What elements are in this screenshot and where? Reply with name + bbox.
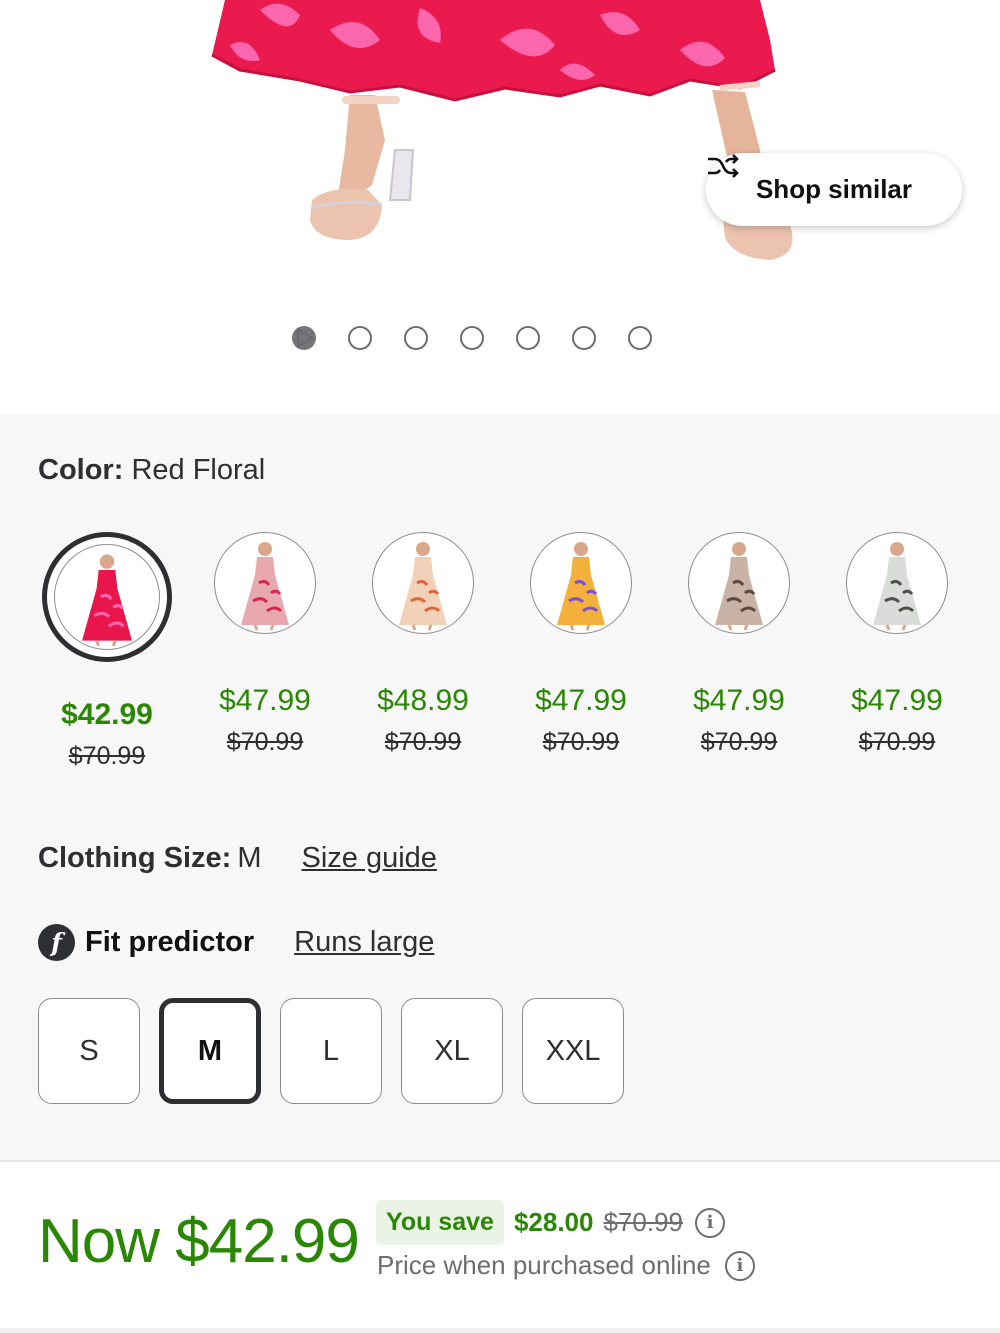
size-option-button[interactable]: L bbox=[280, 998, 382, 1104]
save-amount: $28.00 bbox=[513, 1207, 594, 1237]
dress-thumbnail bbox=[399, 542, 447, 631]
online-price-note-row: Price when purchased online i bbox=[377, 1250, 755, 1281]
carousel-dot[interactable] bbox=[348, 326, 372, 350]
online-price-note: Price when purchased online bbox=[377, 1250, 711, 1280]
color-label: Color: bbox=[38, 454, 124, 486]
you-save-badge: You save bbox=[376, 1200, 504, 1245]
size-option-button[interactable]: S bbox=[38, 998, 140, 1104]
carousel-dots bbox=[292, 326, 652, 350]
color-swatch[interactable]: $47.99 $70.99 bbox=[511, 532, 651, 757]
size-options: S M L XL XXL bbox=[38, 998, 624, 1104]
dress-thumbnail bbox=[557, 542, 605, 631]
carousel-dot[interactable] bbox=[404, 326, 428, 350]
size-option-button[interactable]: XXL bbox=[522, 998, 624, 1104]
carousel-dot[interactable] bbox=[628, 326, 652, 350]
was-price: $70.99 bbox=[603, 1207, 683, 1237]
shop-similar-button[interactable]: Shop similar bbox=[706, 153, 962, 226]
carousel-dot[interactable] bbox=[516, 326, 540, 350]
product-image-carousel[interactable]: Shop similar bbox=[0, 0, 1000, 414]
swatch-price: $47.99 bbox=[535, 684, 627, 717]
swatch-image bbox=[530, 532, 632, 634]
swatch-price: $47.99 bbox=[219, 684, 311, 717]
size-option-button[interactable]: M bbox=[159, 998, 261, 1104]
color-swatch[interactable]: $48.99 $70.99 bbox=[353, 532, 493, 757]
size-guide-link[interactable]: Size guide bbox=[302, 842, 437, 875]
fit-predictor-row: f Fit predictor Runs large bbox=[38, 924, 434, 961]
dress-thumbnail bbox=[715, 542, 763, 631]
swatch-was-price: $70.99 bbox=[68, 742, 146, 770]
swatch-price: $47.99 bbox=[693, 684, 785, 717]
color-value: Red Floral bbox=[131, 454, 266, 486]
swatch-image bbox=[42, 532, 172, 662]
dress-thumbnail bbox=[873, 542, 921, 631]
swatch-image bbox=[846, 532, 948, 634]
color-swatch[interactable]: $47.99 $70.99 bbox=[195, 532, 335, 757]
divider bbox=[0, 1328, 1000, 1333]
current-price: Now $42.99 bbox=[38, 1207, 360, 1276]
swatch-was-price: $70.99 bbox=[700, 728, 778, 756]
info-icon[interactable]: i bbox=[695, 1207, 725, 1238]
color-selection-label: Color: Red Floral bbox=[38, 454, 265, 487]
swatch-image bbox=[372, 532, 474, 634]
shop-similar-label: Shop similar bbox=[755, 174, 913, 204]
carousel-dot[interactable] bbox=[460, 326, 484, 350]
swatch-price: $47.99 bbox=[851, 684, 943, 717]
size-value: M bbox=[237, 842, 262, 874]
info-icon[interactable]: i bbox=[724, 1250, 755, 1281]
product-photo bbox=[211, 0, 793, 260]
swatch-image bbox=[688, 532, 790, 634]
fit-predictor-label: Fit predictor bbox=[85, 926, 255, 958]
shuffle-icon bbox=[708, 154, 739, 178]
size-label: Clothing Size: bbox=[38, 842, 232, 874]
fit-predictor-icon: f bbox=[38, 924, 75, 961]
color-swatch[interactable]: $42.99 $70.99 bbox=[37, 532, 177, 771]
savings-row: You save $28.00 $70.99 i bbox=[376, 1200, 725, 1245]
color-swatch[interactable]: $47.99 $70.99 bbox=[669, 532, 809, 757]
size-selection-row: Clothing Size: M Size guide bbox=[38, 842, 437, 875]
price-footer: Now $42.99 You save $28.00 $70.99 i Pric… bbox=[0, 1162, 1000, 1333]
dress-thumbnail bbox=[241, 542, 289, 631]
runs-large-link[interactable]: Runs large bbox=[294, 926, 434, 959]
size-option-button[interactable]: XL bbox=[401, 998, 503, 1104]
swatch-was-price: $70.99 bbox=[858, 728, 936, 756]
swatch-was-price: $70.99 bbox=[226, 728, 304, 756]
swatch-image bbox=[214, 532, 316, 634]
variant-options-panel: Color: Red Floral $42.99 $70.99 $47.99 $70… bbox=[0, 414, 1000, 1162]
swatch-price: $42.99 bbox=[61, 698, 153, 731]
swatch-price: $48.99 bbox=[377, 684, 469, 717]
play-arrow-icon[interactable] bbox=[292, 326, 316, 350]
dress-thumbnail bbox=[82, 554, 132, 647]
color-swatch[interactable]: $47.99 $70.99 bbox=[827, 532, 967, 757]
carousel-dot[interactable] bbox=[572, 326, 596, 350]
swatch-was-price: $70.99 bbox=[384, 728, 462, 756]
swatch-was-price: $70.99 bbox=[542, 728, 620, 756]
